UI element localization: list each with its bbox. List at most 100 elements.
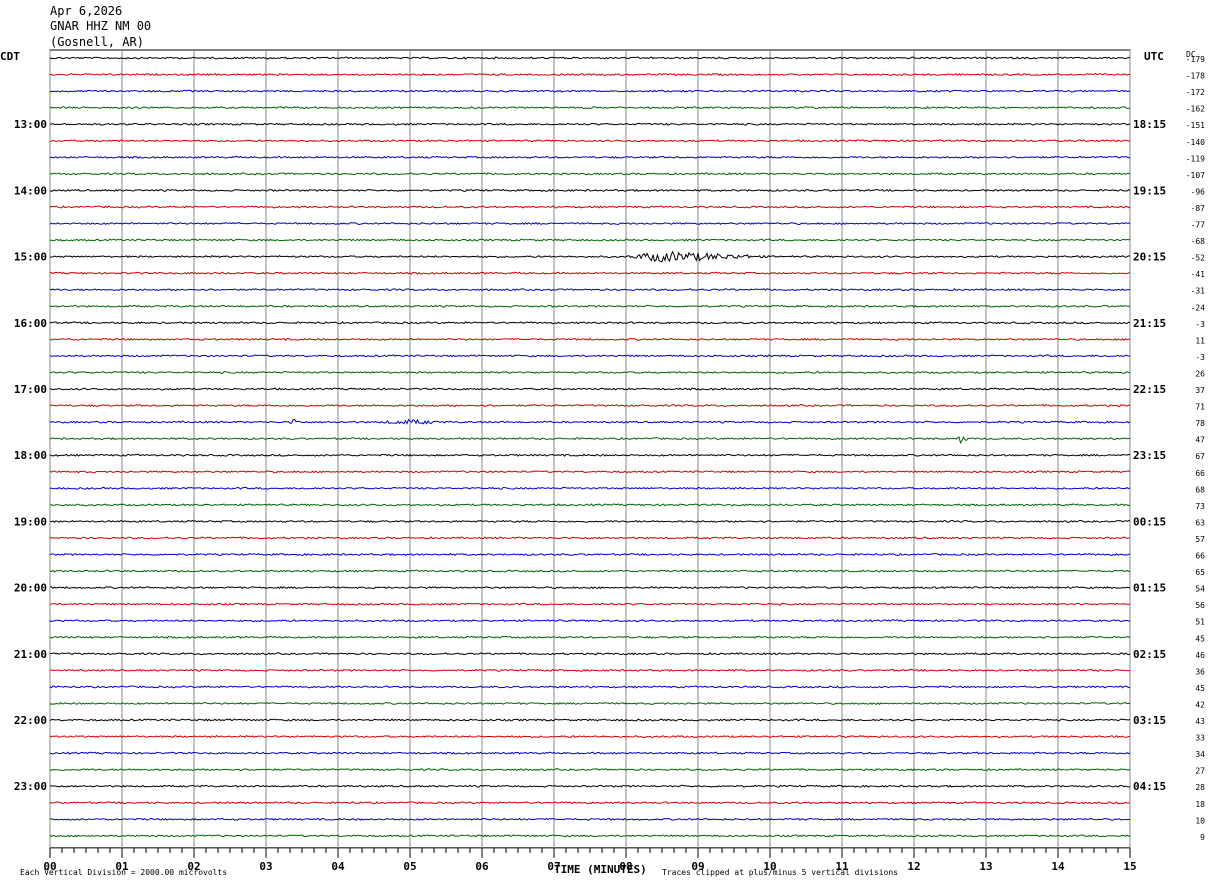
seismic-trace	[49, 304, 1131, 308]
dc-offset-label: -162	[1186, 105, 1205, 114]
seismic-trace	[49, 635, 1131, 639]
seismic-trace	[49, 503, 1131, 507]
x-tick-label: 03	[259, 860, 272, 873]
seismic-trace	[49, 685, 1131, 689]
dc-offset-label: 26	[1195, 369, 1205, 378]
dc-offset-label: -107	[1186, 171, 1205, 180]
seismic-trace	[49, 418, 1131, 425]
right-hour-label: 00:15	[1133, 515, 1166, 528]
seismic-trace	[49, 139, 1131, 143]
seismic-trace	[49, 834, 1131, 838]
x-tick-label: 13	[979, 860, 992, 873]
seismic-trace	[49, 619, 1131, 623]
seismic-trace	[49, 718, 1131, 722]
scale-note: Each Vertical Division = 2000.00 microvo…	[20, 868, 227, 877]
seismic-trace	[49, 768, 1131, 772]
dc-offset-label: 65	[1195, 568, 1205, 577]
seismic-trace	[49, 668, 1131, 672]
dc-offset-label: 54	[1195, 585, 1205, 594]
left-hour-label: 19:00	[14, 515, 47, 528]
seismogram-plot: Apr 6,2026 GNAR HHZ NM 00 (Gosnell, AR) …	[0, 4, 1205, 877]
dc-offset-label: -140	[1186, 138, 1205, 147]
dc-offset-label: 11	[1195, 336, 1205, 345]
dc-offset-label: 42	[1195, 700, 1205, 709]
clip-note: Traces clipped at plus/minus 5 vertical …	[662, 868, 898, 877]
dc-offset-label: -119	[1186, 154, 1205, 163]
right-hour-label: 18:15	[1133, 118, 1166, 131]
seismic-trace	[49, 172, 1131, 176]
dc-offset-label: 10	[1195, 816, 1205, 825]
left-hour-label: 14:00	[14, 184, 47, 197]
dc-offset-label: 67	[1195, 452, 1205, 461]
dc-offset-label: 9	[1200, 833, 1205, 842]
left-hour-label: 13:00	[14, 118, 47, 131]
dc-offset-label: -96	[1191, 187, 1206, 196]
plot-frame	[49, 49, 1131, 849]
dc-offset-label: 45	[1195, 634, 1205, 643]
seismic-trace	[49, 122, 1131, 126]
dc-offset-label: 71	[1195, 403, 1205, 412]
header-station: GNAR HHZ NM 00	[50, 19, 151, 33]
seismic-trace	[49, 238, 1131, 242]
seismic-trace	[49, 387, 1131, 391]
x-tick-label: 06	[475, 860, 489, 873]
seismic-trace	[49, 321, 1131, 325]
left-hour-label: 23:00	[14, 780, 47, 793]
label-group: 00 01 02 03 04 05 06 07 08 09 10 11 12 13 14 15-179-178…	[14, 55, 1205, 873]
dc-offset-label: -178	[1186, 72, 1205, 81]
dc-offset-label: 43	[1195, 717, 1205, 726]
seismic-trace	[49, 370, 1131, 375]
dc-offset-label: 51	[1195, 618, 1205, 627]
dc-offset-label: -31	[1191, 287, 1206, 296]
dc-offset-label: -172	[1186, 88, 1205, 97]
dc-offset-label: 45	[1195, 684, 1205, 693]
seismic-trace	[49, 486, 1131, 490]
seismic-trace	[49, 354, 1131, 358]
left-hour-label: 20:00	[14, 582, 47, 595]
dc-offset-label: -68	[1191, 237, 1206, 246]
seismic-trace	[49, 106, 1131, 110]
dc-offset-label: 63	[1195, 518, 1205, 527]
right-timezone-label: UTC	[1144, 50, 1164, 63]
dc-offset-label: 18	[1195, 800, 1205, 809]
dc-offset-label: -3	[1195, 353, 1205, 362]
dc-offset-label: -3	[1195, 320, 1205, 329]
seismic-trace	[49, 602, 1131, 606]
dc-offset-label: -151	[1186, 121, 1205, 130]
left-hour-label: 21:00	[14, 648, 47, 661]
trace-group	[49, 56, 1131, 838]
right-hour-label: 23:15	[1133, 449, 1166, 462]
seismic-trace	[49, 734, 1131, 739]
seismic-trace	[49, 536, 1131, 540]
dc-offset-label: 33	[1195, 734, 1205, 743]
dc-offset-label: 27	[1195, 767, 1205, 776]
seismic-trace	[49, 569, 1131, 573]
seismic-trace	[49, 751, 1131, 755]
header-date: Apr 6,2026	[50, 4, 122, 18]
x-tick-label: 04	[331, 860, 345, 873]
seismic-trace	[49, 817, 1131, 821]
seismic-trace	[49, 337, 1131, 341]
dc-offset-label: -87	[1191, 204, 1206, 213]
seismic-trace	[49, 221, 1131, 226]
left-hour-label: 18:00	[14, 449, 47, 462]
left-hour-label: 16:00	[14, 317, 47, 330]
dc-offset-label: 56	[1195, 601, 1205, 610]
dc-offset-label: 73	[1195, 502, 1205, 511]
dc-offset-label: -24	[1191, 303, 1206, 312]
seismic-trace	[49, 552, 1131, 557]
seismic-trace	[49, 72, 1131, 77]
right-hour-label: 19:15	[1133, 184, 1166, 197]
seismic-trace	[49, 205, 1131, 209]
x-tick-label: 05	[403, 860, 416, 873]
left-timezone-label: CDT	[0, 50, 20, 63]
right-hour-label: 02:15	[1133, 648, 1166, 661]
dc-offset-label: 57	[1195, 535, 1205, 544]
dc-offset-label: -77	[1191, 221, 1206, 230]
header-location: (Gosnell, AR)	[50, 35, 144, 49]
x-tick-label: 15	[1123, 860, 1136, 873]
seismic-trace	[49, 188, 1131, 192]
dc-offset-label: 78	[1195, 419, 1205, 428]
seismic-trace	[49, 155, 1131, 159]
dc-offset-label: 66	[1195, 552, 1205, 561]
